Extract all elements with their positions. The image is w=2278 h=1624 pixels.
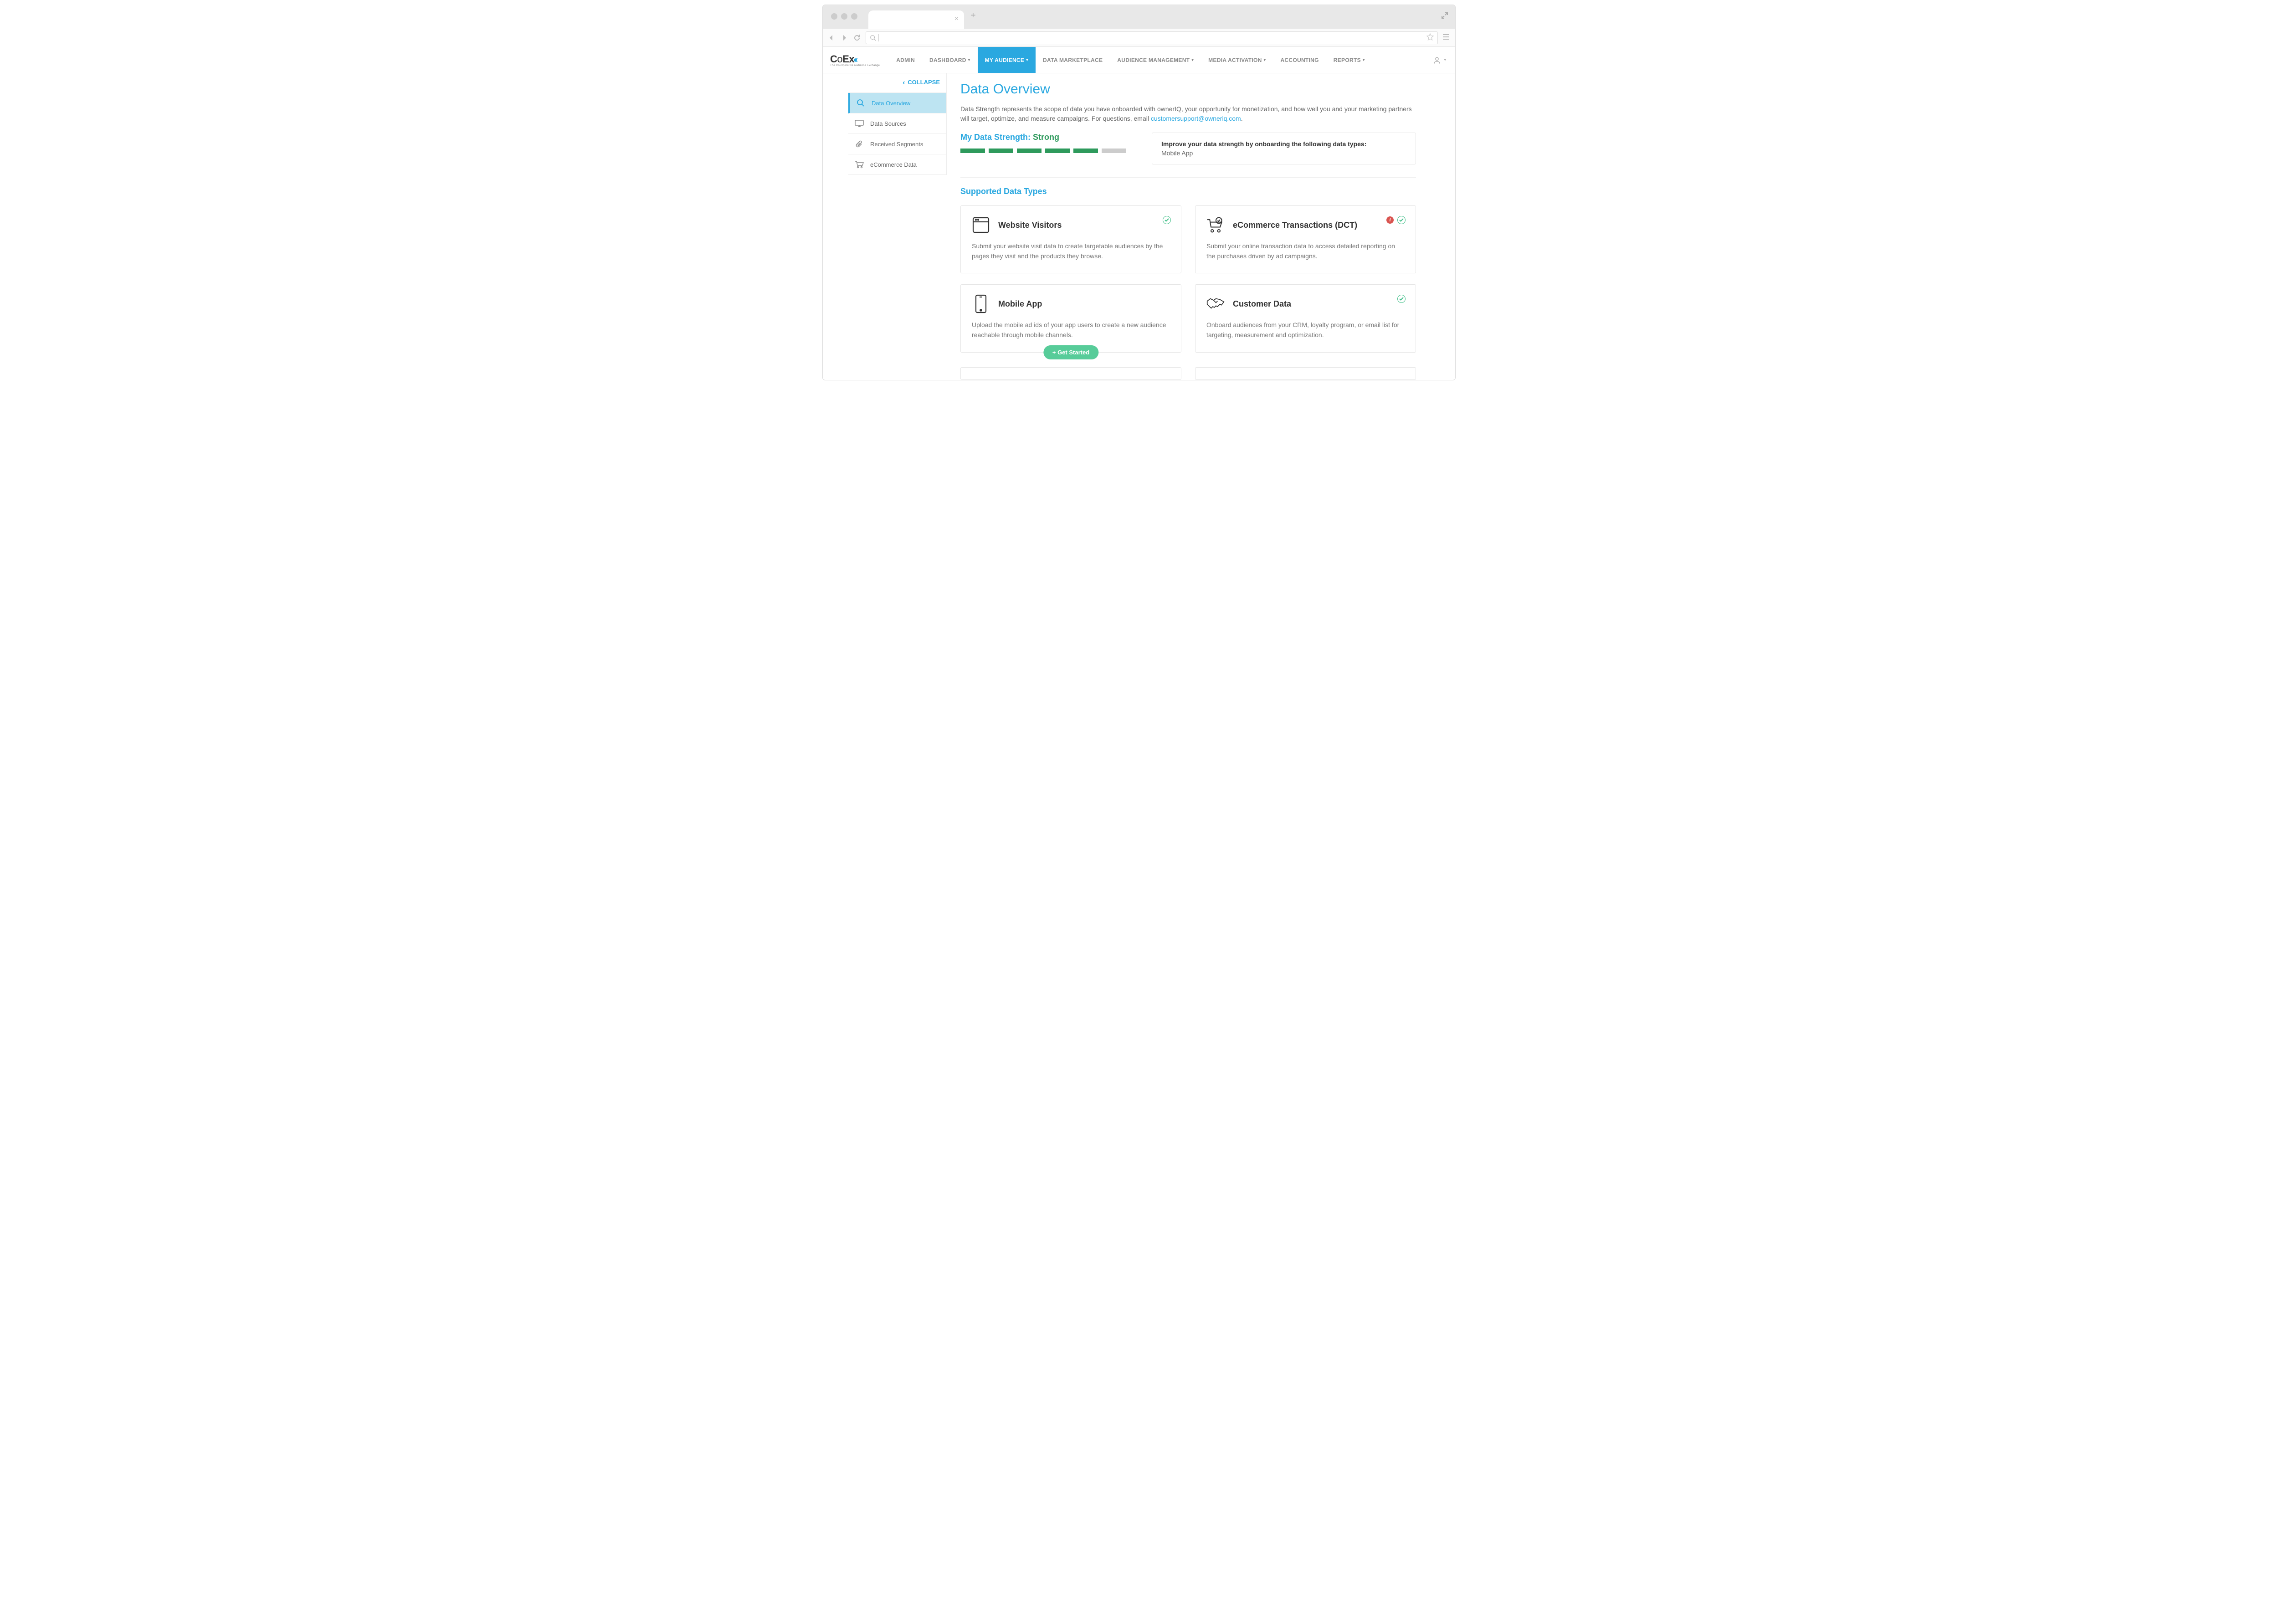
caret-down-icon: ▾ [1191,57,1194,62]
window-icon [972,216,990,234]
strength-meter [960,149,1134,153]
caret-down-icon: ▾ [968,57,970,62]
improve-item: Mobile App [1161,149,1406,157]
cart-icon [855,160,864,169]
new-tab-button[interactable]: + [970,10,976,24]
card-description: Onboard audiences from your CRM, loyalty… [1206,320,1405,340]
caret-down-icon: ▾ [1264,57,1266,62]
reload-button[interactable] [853,34,861,42]
logo-tagline: The Co-Operative Audience Exchange [830,64,880,67]
browser-tab-strip: × + [823,5,1455,29]
nav-reports[interactable]: REPORTS▾ [1326,47,1372,73]
card-description: Upload the mobile ad ids of your app use… [972,320,1170,340]
main-content: Data Overview Data Strength represents t… [947,73,1430,380]
nav-data-marketplace[interactable]: DATA MARKETPLACE [1036,47,1110,73]
forward-button[interactable] [840,34,848,42]
sidebar-item-ecommerce-data[interactable]: eCommerce Data [848,154,946,175]
fullscreen-icon[interactable] [1442,12,1448,21]
card-title: eCommerce Transactions (DCT) [1233,220,1357,230]
nav-accounting[interactable]: ACCOUNTING [1273,47,1326,73]
card-title: Customer Data [1233,299,1291,309]
traffic-light-red[interactable] [831,13,837,20]
nav-audience-management[interactable]: AUDIENCE MANAGEMENT▾ [1110,47,1201,73]
nav-media-activation[interactable]: MEDIA ACTIVATION▾ [1201,47,1273,73]
card-title: Mobile App [998,299,1042,309]
card-clipped-left[interactable] [960,367,1181,380]
card-description: Submit your website visit data to create… [972,241,1170,261]
data-strength-heading: My Data Strength: Strong [960,133,1134,142]
sidebar-item-label: Data Sources [870,120,906,127]
nav-my-audience[interactable]: MY AUDIENCE▾ [978,47,1036,73]
back-button[interactable] [827,34,836,42]
mobile-icon [972,295,990,313]
paperclip-icon [855,139,864,149]
status-check-icon [1163,216,1171,224]
logo[interactable]: CoEx‹‹‹ The Co-Operative Audience Exchan… [830,47,889,73]
sidebar-item-data-sources[interactable]: Data Sources [848,113,946,134]
ecommerce-icon [1206,216,1225,234]
address-bar[interactable] [866,31,1438,44]
supported-types-heading: Supported Data Types [960,187,1416,196]
sidebar-item-label: Data Overview [872,100,910,107]
user-menu[interactable]: ▾ [1424,47,1455,73]
nav-dashboard[interactable]: DASHBOARD▾ [922,47,978,73]
card-customer-data[interactable]: Customer Data Onboard audiences from you… [1195,284,1416,352]
intro-text: Data Strength represents the scope of da… [960,104,1416,123]
sidebar: ‹ COLLAPSE Data Overview Data Sources Re… [848,73,947,175]
sidebar-item-data-overview[interactable]: Data Overview [848,93,946,113]
bookmark-star-icon[interactable] [1426,33,1434,43]
status-check-icon [1397,295,1406,303]
traffic-light-yellow[interactable] [841,13,847,20]
device-icon [1206,374,1225,380]
caret-down-icon: ▾ [1026,57,1028,62]
collapse-toggle[interactable]: ‹ COLLAPSE [848,73,946,93]
store-icon [972,374,990,380]
sidebar-item-received-segments[interactable]: Received Segments [848,134,946,154]
page-title: Data Overview [960,82,1416,97]
browser-tab[interactable]: × [868,10,964,29]
handshake-icon [1206,295,1225,313]
caret-down-icon: ▾ [1444,57,1446,62]
status-alert-icon: i [1386,216,1394,224]
search-icon [870,35,876,41]
card-ecommerce-transactions[interactable]: i eCommerce Transactions (DCT) Submit yo… [1195,205,1416,273]
traffic-lights [831,13,857,20]
card-description: Submit your online transaction data to a… [1206,241,1405,261]
sidebar-item-label: eCommerce Data [870,161,917,168]
tab-close-icon[interactable]: × [954,15,959,23]
nav-admin[interactable]: ADMIN [889,47,922,73]
browser-toolbar [823,29,1455,47]
get-started-button[interactable]: + Get Started [1043,345,1098,359]
support-email-link[interactable]: customersupport@owneriq.com [1151,115,1241,122]
card-mobile-app[interactable]: Mobile App Upload the mobile ad ids of y… [960,284,1181,352]
chevron-left-icon: ‹ [903,79,905,87]
caret-down-icon: ▾ [1363,57,1365,62]
browser-menu-icon[interactable] [1442,34,1451,42]
user-icon [1433,56,1441,64]
sidebar-item-label: Received Segments [870,141,923,148]
card-clipped-right[interactable] [1195,367,1416,380]
card-title: Website Visitors [998,220,1062,230]
monitor-icon [855,119,864,128]
traffic-light-green[interactable] [851,13,857,20]
main-nav: CoEx‹‹‹ The Co-Operative Audience Exchan… [823,47,1455,73]
improve-heading: Improve your data strength by onboarding… [1161,140,1366,148]
improve-box: Improve your data strength by onboarding… [1152,133,1416,164]
card-website-visitors[interactable]: Website Visitors Submit your website vis… [960,205,1181,273]
search-icon [856,98,865,108]
status-check-icon [1397,216,1406,224]
